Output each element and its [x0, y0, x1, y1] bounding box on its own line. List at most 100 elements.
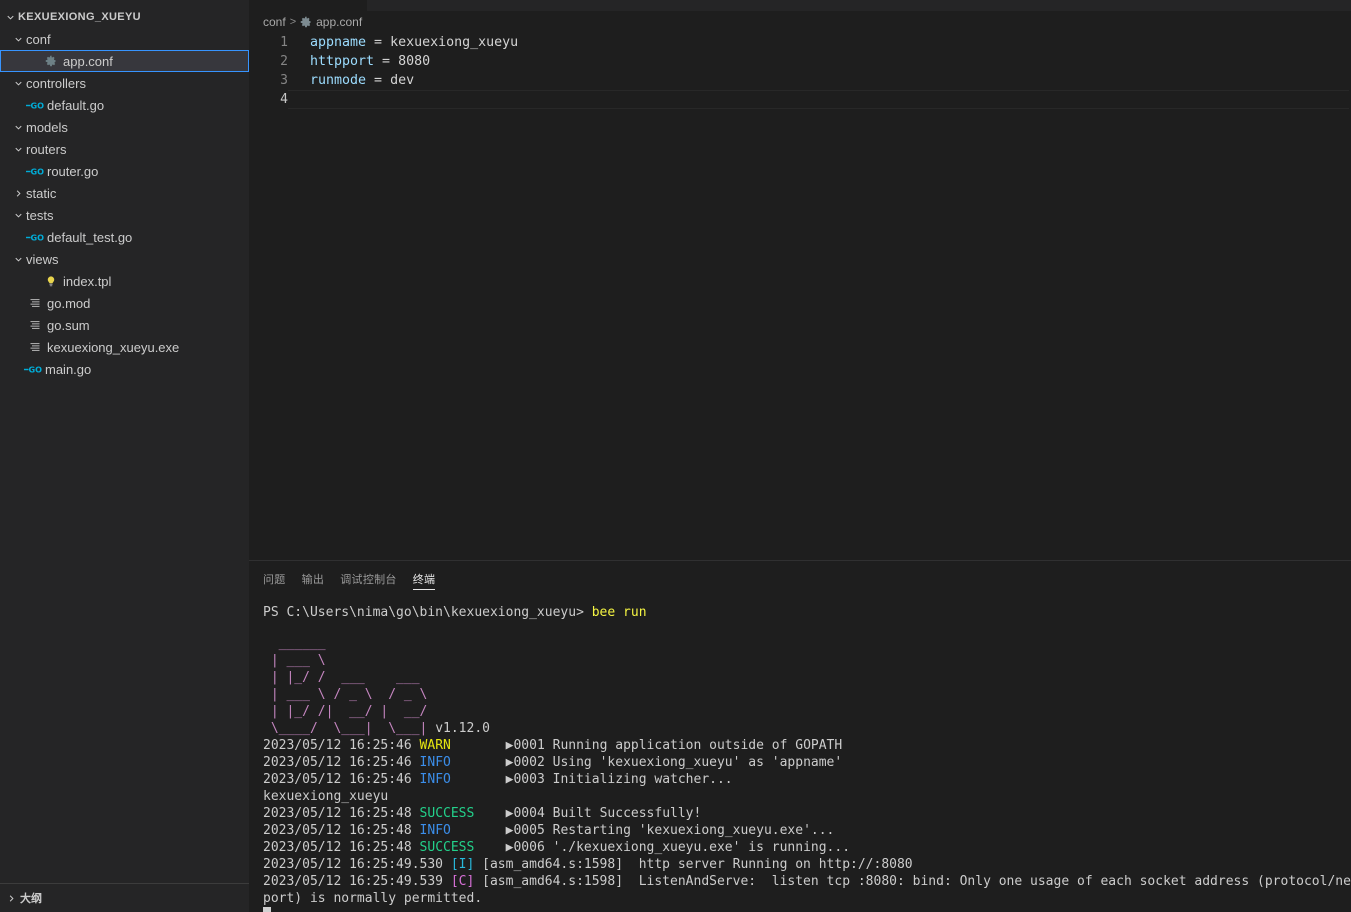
tree-item-conf[interactable]: conf: [0, 28, 249, 50]
terminal-log-line: 2023/05/12 16:25:46 INFO ▶0002 Using 'ke…: [263, 754, 1351, 771]
tree-item-default-test-go[interactable]: GO default_test.go: [0, 226, 249, 248]
breadcrumb[interactable]: conf > app.conf: [249, 11, 1351, 33]
terminal-log-line: 2023/05/12 16:25:46 WARN ▶0001 Running a…: [263, 737, 1351, 754]
chevron-down-icon[interactable]: [10, 144, 26, 155]
tree-item-index-tpl[interactable]: index.tpl: [0, 270, 249, 292]
code-text[interactable]: runmode = dev: [288, 73, 1351, 88]
chevron-down-icon[interactable]: [10, 210, 26, 221]
bee-ascii-art-line: | ___ \: [263, 653, 326, 668]
tree-item-label: static: [26, 185, 57, 201]
line-number: 3: [280, 73, 288, 88]
code-text[interactable]: appname = kexuexiong_xueyu: [288, 35, 1351, 50]
code-line[interactable]: 3 runmode = dev: [249, 71, 1351, 90]
log-pad: [474, 806, 505, 821]
tree-item-tests[interactable]: tests: [0, 204, 249, 226]
tree-root-label: KEXUEXIONG_XUEYU: [18, 11, 141, 23]
chevron-down-icon[interactable]: [10, 34, 26, 45]
line-number: 4: [280, 92, 288, 107]
log-space: [412, 738, 420, 753]
app-log-source: [asm_amd64.s:1598]: [482, 874, 624, 889]
editor-tab-bar[interactable]: [249, 0, 1351, 11]
terminal-output[interactable]: PS C:\Users\nima\go\bin\kexuexiong_xueyu…: [249, 596, 1351, 912]
chevron-right-icon: >: [289, 16, 297, 28]
tree-item-kexuexiong-xueyu-exe[interactable]: kexuexiong_xueyu.exe: [0, 336, 249, 358]
app-log-source: [asm_amd64.s:1598]: [482, 857, 624, 872]
tree-item-models[interactable]: models: [0, 116, 249, 138]
editor-area: conf > app.conf 1 appname = kexuexiong_xu…: [249, 0, 1351, 912]
tree-item-router-go[interactable]: GO router.go: [0, 160, 249, 182]
chevron-down-icon[interactable]: [2, 12, 18, 23]
tree-item-routers[interactable]: routers: [0, 138, 249, 160]
tree-root-folder[interactable]: KEXUEXIONG_XUEYU: [0, 6, 249, 28]
outline-label: 大纲: [20, 893, 42, 905]
tree-item-default-go[interactable]: GO default.go: [0, 94, 249, 116]
chevron-down-icon[interactable]: [10, 254, 26, 265]
code-line[interactable]: 2 httpport = 8080: [249, 52, 1351, 71]
log-message: Initializing watcher...: [544, 772, 733, 787]
tree-item-static[interactable]: static: [0, 182, 249, 204]
config-operator: =: [366, 35, 391, 50]
panel-tab-1[interactable]: 输出: [302, 561, 325, 596]
log-timestamp: 2023/05/12 16:25:46: [263, 755, 412, 770]
file-tree[interactable]: KEXUEXIONG_XUEYU conf app.conf controllers…: [0, 0, 249, 883]
tree-item-label: go.sum: [47, 317, 90, 333]
tree-item-go-mod[interactable]: go.mod: [0, 292, 249, 314]
breadcrumb-folder[interactable]: conf: [263, 15, 286, 29]
panel-tab-2[interactable]: 调试控制台: [340, 561, 397, 596]
log-level: SUCCESS: [419, 806, 475, 821]
code-line[interactable]: 4: [249, 90, 1351, 109]
chevron-right-icon[interactable]: [2, 893, 20, 904]
svg-text:GO: GO: [31, 232, 45, 242]
code-line[interactable]: 1 appname = kexuexiong_xueyu: [249, 33, 1351, 52]
log-number: 0003: [513, 772, 545, 787]
tree-item-label: main.go: [45, 361, 92, 377]
bulb-icon: [42, 275, 60, 288]
app-log-timestamp: 2023/05/12 16:25:49.539: [263, 874, 444, 889]
tree-item-label: models: [26, 119, 68, 135]
tree-item-views[interactable]: views: [0, 248, 249, 270]
tree-item-controllers[interactable]: controllers: [0, 72, 249, 94]
log-message: Running application outside of GOPATH: [544, 738, 843, 753]
tree-item-app-conf[interactable]: app.conf: [0, 50, 249, 72]
log-space: [412, 823, 420, 838]
file-icon: [26, 297, 44, 309]
terminal-app-log-line: 2023/05/12 16:25:49.539 [C] [asm_amd64.s…: [263, 873, 1351, 890]
svg-text:GO: GO: [31, 166, 45, 176]
outline-section-header[interactable]: 大纲: [0, 883, 249, 912]
file-icon: [26, 341, 44, 353]
log-space: [412, 840, 420, 855]
vscode-window: KEXUEXIONG_XUEYU conf app.conf controllers…: [0, 0, 1351, 912]
log-level: INFO: [419, 755, 451, 770]
code-text[interactable]: [288, 90, 1349, 109]
log-space: [443, 874, 451, 889]
wrap-tail: port) is normally permitted.: [263, 891, 483, 906]
config-key: httpport: [310, 54, 375, 69]
config-value: dev: [390, 73, 415, 88]
tree-item-label: controllers: [26, 75, 86, 91]
chevron-down-icon[interactable]: [10, 78, 26, 89]
config-value: 8080: [398, 54, 431, 69]
code-text[interactable]: httpport = 8080: [288, 54, 1351, 69]
config-value: kexuexiong_xueyu: [390, 35, 519, 50]
log-message: Using 'kexuexiong_xueyu' as 'appname': [544, 755, 843, 770]
log-pad: [451, 823, 506, 838]
tree-item-label: kexuexiong_xueyu.exe: [47, 339, 180, 355]
log-level: WARN: [419, 738, 451, 753]
chevron-right-icon[interactable]: [10, 188, 26, 199]
code-editor[interactable]: 1 appname = kexuexiong_xueyu 2 httpport = 8…: [249, 33, 1351, 560]
terminal-cursor-line[interactable]: [263, 907, 1351, 912]
tree-item-go-sum[interactable]: go.sum: [0, 314, 249, 336]
panel-tab-0[interactable]: 问题: [263, 561, 286, 596]
breadcrumb-folder-label: conf: [263, 15, 286, 29]
panel-tab-3[interactable]: 终端: [412, 561, 436, 596]
chevron-down-icon[interactable]: [10, 122, 26, 133]
tab-app-conf[interactable]: [249, 0, 367, 11]
app-log-message: ListenAndServe: listen tcp :8080: bind: …: [638, 874, 1351, 889]
line-number: 2: [280, 54, 288, 69]
panel-tab-list[interactable]: 问题 输出 调试控制台 终端: [249, 561, 1351, 596]
breadcrumb-file[interactable]: app.conf: [300, 15, 362, 29]
tree-item-main-go[interactable]: GO main.go: [0, 358, 249, 380]
terminal-log-line: kexuexiong_xueyu: [263, 788, 1351, 805]
tree-item-label: go.mod: [47, 295, 91, 311]
workbench-body: KEXUEXIONG_XUEYU conf app.conf controllers…: [0, 0, 1351, 912]
